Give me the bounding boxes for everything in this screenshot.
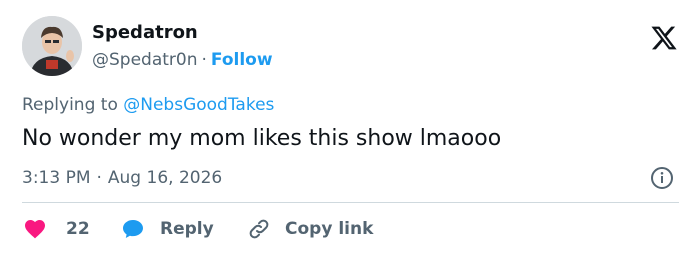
avatar[interactable] (22, 16, 82, 76)
author-handle-row: @Spedatr0n · Follow (92, 48, 273, 72)
follow-button[interactable]: Follow (211, 50, 273, 70)
separator-dot: · (96, 168, 102, 188)
action-bar: 22 Reply Copy link (22, 214, 682, 244)
author-name[interactable]: Spedatron (92, 21, 198, 45)
separator-dot: · (201, 50, 207, 70)
avatar-image (22, 16, 82, 76)
divider (22, 202, 679, 203)
speech-bubble-icon (123, 220, 143, 238)
heart-icon (25, 220, 45, 239)
reply-label: Reply (160, 219, 214, 239)
reply-button[interactable]: Reply (120, 214, 214, 244)
replying-to: Replying to @NebsGoodTakes (22, 93, 274, 117)
tweet-card: Spedatron @Spedatr0n · Follow Replying to … (0, 0, 700, 256)
reply-mention-link[interactable]: @NebsGoodTakes (123, 95, 274, 115)
link-icon (249, 219, 269, 239)
like-button[interactable]: 22 (22, 214, 90, 244)
x-logo-icon[interactable] (650, 24, 678, 52)
author-handle[interactable]: @Spedatr0n (92, 50, 198, 70)
tweet-date[interactable]: Aug 16, 2026 (108, 168, 222, 188)
info-icon[interactable] (650, 166, 674, 190)
copy-link-label: Copy link (285, 219, 374, 239)
tweet-meta: 3:13 PM · Aug 16, 2026 (22, 166, 222, 190)
copy-link-button[interactable]: Copy link (247, 214, 373, 244)
tweet-time[interactable]: 3:13 PM (22, 168, 91, 188)
replying-to-label: Replying to (22, 95, 118, 115)
like-count: 22 (66, 219, 90, 239)
tweet-text: No wonder my mom likes this show lmaooo (22, 126, 502, 151)
